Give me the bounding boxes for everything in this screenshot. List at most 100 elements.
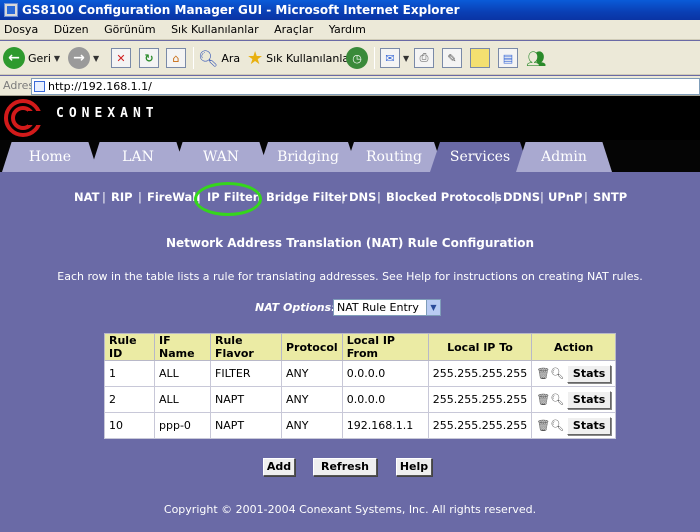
- research-button[interactable]: ▤: [498, 45, 518, 71]
- subnav-upnp[interactable]: UPnP: [548, 190, 582, 204]
- search-icon: 🔍︎: [198, 48, 219, 68]
- action-cell: 🗑︎🔍︎ Stats: [531, 386, 617, 413]
- star-icon: ★: [247, 47, 264, 69]
- subnav-separator: |: [138, 190, 142, 204]
- magnifier-icon[interactable]: 🔍︎: [550, 419, 564, 432]
- tab-admin[interactable]: Admin: [516, 142, 612, 172]
- magnifier-icon[interactable]: 🔍︎: [550, 393, 564, 406]
- action-cell: 🗑︎🔍︎ Stats: [531, 412, 617, 439]
- subnav-separator: |: [377, 190, 381, 204]
- stop-icon: ✕: [111, 48, 131, 68]
- search-button[interactable]: 🔍︎ Ara: [198, 45, 240, 71]
- messenger-button[interactable]: 👥︎: [526, 45, 546, 71]
- print-icon: ⎙: [414, 48, 434, 68]
- subnav-dns[interactable]: DNS: [349, 190, 376, 204]
- nat-options-value: NAT Rule Entry: [337, 301, 419, 314]
- column-header: Local IP From: [341, 333, 429, 361]
- table-row: 1 ALL FILTER ANY 0.0.0.0 255.255.255.255…: [104, 360, 617, 387]
- main-tab-bar: Home LAN WAN Bridging Routing Services A…: [0, 140, 700, 172]
- refresh-icon: ↻: [139, 48, 159, 68]
- back-button[interactable]: ← Geri ▼: [3, 45, 60, 71]
- protocol-cell: ANY: [281, 412, 343, 439]
- table-row: 2 ALL NAPT ANY 0.0.0.0 255.255.255.255 🗑…: [104, 386, 617, 413]
- subnav-bridge-filter[interactable]: Bridge Filter: [266, 190, 347, 204]
- copyright-footer: Copyright © 2001-2004 Conexant Systems, …: [163, 503, 537, 516]
- edit-button[interactable]: ✎: [442, 45, 462, 71]
- subnav-ddns[interactable]: DDNS: [503, 190, 540, 204]
- address-url: http://192.168.1.1/: [48, 80, 152, 93]
- menu-view[interactable]: Görünüm: [98, 20, 161, 40]
- tab-home[interactable]: Home: [2, 142, 98, 172]
- window-title: GS8100 Configuration Manager GUI - Micro…: [22, 3, 460, 17]
- column-header: Rule ID: [104, 333, 155, 361]
- refresh-button[interactable]: Refresh: [313, 458, 377, 476]
- column-header: IF Name: [154, 333, 211, 361]
- rule-flavor-cell: FILTER: [210, 360, 282, 387]
- magnifier-icon[interactable]: 🔍︎: [550, 367, 564, 380]
- back-dropdown-icon[interactable]: ▼: [54, 54, 60, 63]
- favorites-label: Sık Kullanılanlar: [266, 51, 354, 65]
- stats-button[interactable]: Stats: [567, 390, 612, 409]
- stats-button[interactable]: Stats: [567, 364, 612, 383]
- add-button[interactable]: Add: [263, 458, 295, 476]
- subnav-separator: |: [341, 190, 345, 204]
- tab-bridging[interactable]: Bridging: [258, 142, 358, 172]
- table-row: 10 ppp-0 NAPT ANY 192.168.1.1 255.255.25…: [104, 412, 617, 439]
- local-ip-from-cell: 192.168.1.1: [341, 412, 429, 439]
- print-button[interactable]: ⎙: [414, 45, 434, 71]
- menu-bar: Dosya Düzen Görünüm Sık Kullanılanlar Ar…: [0, 20, 700, 40]
- stats-button[interactable]: Stats: [567, 416, 612, 435]
- mail-dropdown-icon[interactable]: ▼: [403, 54, 409, 63]
- page-icon: [34, 81, 45, 92]
- discuss-button[interactable]: [470, 45, 490, 71]
- subnav-separator: |: [584, 190, 588, 204]
- subnav-separator: |: [540, 190, 544, 204]
- favorites-button[interactable]: ★ Sık Kullanılanlar: [247, 45, 354, 71]
- stop-button[interactable]: ✕: [111, 45, 131, 71]
- subnav-separator: |: [102, 190, 106, 204]
- address-label: Adres: [3, 79, 35, 92]
- nat-options-select[interactable]: NAT Rule Entry ▼: [333, 299, 441, 316]
- page-title: Network Address Translation (NAT) Rule C…: [165, 236, 535, 250]
- chevron-down-icon[interactable]: ▼: [426, 300, 440, 315]
- edit-icon: ✎: [442, 48, 462, 68]
- forward-dropdown-icon[interactable]: ▼: [93, 54, 99, 63]
- history-button[interactable]: ◷: [346, 45, 368, 71]
- trash-icon[interactable]: 🗑︎: [536, 367, 550, 380]
- forward-button[interactable]: → ▼: [68, 45, 99, 71]
- forward-arrow-icon: →: [68, 47, 90, 69]
- menu-file[interactable]: Dosya: [0, 20, 44, 40]
- toolbar-separator: [193, 47, 194, 69]
- search-label: Ara: [221, 51, 241, 65]
- tab-wan[interactable]: WAN: [173, 142, 269, 172]
- trash-icon[interactable]: 🗑︎: [536, 393, 550, 406]
- tab-routing[interactable]: Routing: [344, 142, 444, 172]
- subnav-rip[interactable]: RIP: [111, 190, 133, 204]
- subnav-firewall[interactable]: FireWall: [147, 190, 200, 204]
- address-input[interactable]: http://192.168.1.1/: [31, 78, 700, 95]
- menu-help[interactable]: Yardım: [323, 20, 372, 40]
- trash-icon[interactable]: 🗑︎: [536, 419, 550, 432]
- menu-edit[interactable]: Düzen: [48, 20, 95, 40]
- menu-favorites[interactable]: Sık Kullanılanlar: [165, 20, 265, 40]
- tab-lan[interactable]: LAN: [90, 142, 186, 172]
- back-arrow-icon: ←: [3, 47, 25, 69]
- refresh-browser-button[interactable]: ↻: [139, 45, 159, 71]
- if-name-cell: ppp-0: [154, 412, 211, 439]
- help-button[interactable]: Help: [396, 458, 432, 476]
- column-header: Protocol: [281, 333, 343, 361]
- home-button[interactable]: ⌂: [166, 45, 186, 71]
- local-ip-from-cell: 0.0.0.0: [341, 360, 429, 387]
- rule-flavor-cell: NAPT: [210, 412, 282, 439]
- subnav-sntp[interactable]: SNTP: [593, 190, 627, 204]
- messenger-icon: 👥︎: [526, 48, 547, 68]
- subnav-blocked-protocols[interactable]: Blocked Protocols: [386, 190, 502, 204]
- address-bar: Adres http://192.168.1.1/: [0, 76, 700, 96]
- nat-rules-table: Rule ID IF Name Rule Flavor Protocol Loc…: [104, 333, 617, 439]
- tab-services[interactable]: Services: [430, 142, 530, 172]
- menu-tools[interactable]: Araçlar: [268, 20, 319, 40]
- mail-button[interactable]: ✉ ▼: [380, 45, 409, 71]
- page-description: Each row in the table lists a rule for t…: [57, 270, 643, 283]
- note-icon: [470, 48, 490, 68]
- subnav-nat[interactable]: NAT: [74, 190, 99, 204]
